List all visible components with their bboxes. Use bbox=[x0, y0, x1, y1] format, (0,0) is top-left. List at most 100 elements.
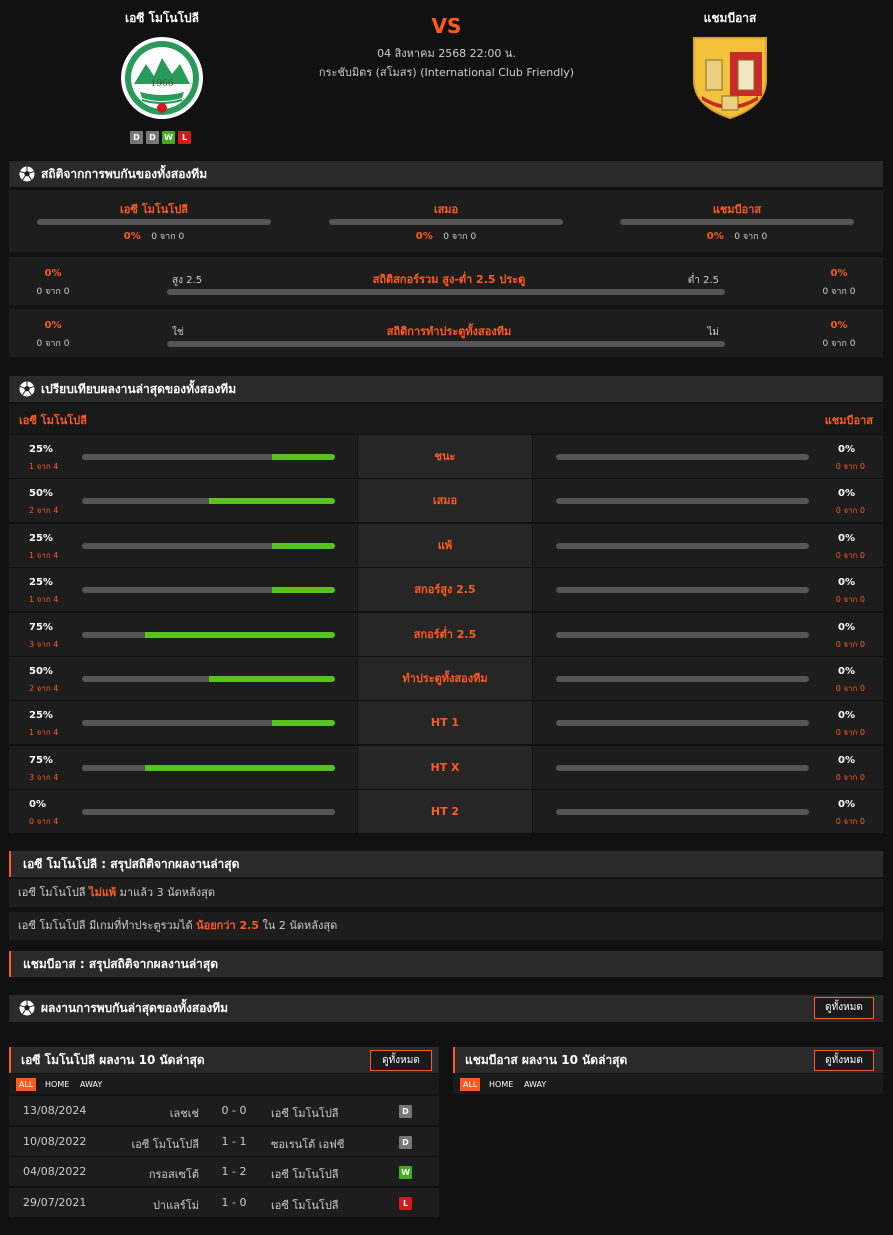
btts-yes-pct: 0% bbox=[44, 320, 62, 331]
away-pct: 0% bbox=[838, 799, 855, 811]
compare-row-label: HT 1 bbox=[358, 701, 532, 745]
result-badge: D bbox=[399, 1135, 412, 1149]
h2h-draw-label: เสมอ bbox=[433, 203, 459, 216]
tab-away[interactable]: AWAY bbox=[77, 1078, 105, 1091]
summary-text: ใน 2 นัดหลังสุด bbox=[262, 919, 338, 932]
btts-no-pct: 0% bbox=[830, 320, 848, 331]
match-away-team[interactable]: เอซี โมโนโปลี bbox=[271, 1165, 339, 1183]
home-summary-line-2: เอซี โมโนโปลี มีเกมที่ทำประตูรวมได้ น้อย… bbox=[9, 912, 883, 940]
away-pct: 0% bbox=[838, 754, 855, 766]
h2h-away-bar bbox=[620, 219, 854, 225]
form-badge: D bbox=[146, 131, 159, 144]
match-row[interactable]: 13/08/2024 เลชเช่ 0 - 0 เอซี โมโนโปลี D bbox=[9, 1096, 439, 1125]
home-sub: 2 จาก 4 bbox=[29, 506, 59, 516]
home-sub: 0 จาก 4 bbox=[29, 817, 59, 827]
compare-away-team: แชมบีอาส bbox=[824, 414, 873, 427]
tab-home[interactable]: HOME bbox=[42, 1078, 72, 1091]
compare-row-label: ทำประตูทั้งสองทีม bbox=[358, 657, 532, 700]
compare-row-label: HT 2 bbox=[358, 790, 532, 834]
compare-home-team: เอซี โมโนโปลี bbox=[19, 414, 87, 427]
over-label: สูง 2.5 bbox=[172, 275, 203, 286]
compare-row-label: แพ้ bbox=[358, 523, 532, 567]
compare-row-away: 0% 0 จาก 0 bbox=[533, 657, 883, 700]
match-score: 0 - 0 bbox=[221, 1104, 247, 1117]
bar-fill bbox=[271, 720, 335, 727]
compare-row-away: 0% 0 จาก 0 bbox=[533, 745, 883, 789]
home-pct: 25% bbox=[29, 577, 53, 589]
tab-all[interactable]: ALL bbox=[16, 1078, 37, 1091]
away-last10-tabs: ALL HOME AWAY bbox=[453, 1074, 883, 1094]
h2h-away-label: แชมบีอาส bbox=[712, 203, 762, 216]
home-bar bbox=[82, 542, 335, 549]
away-bar bbox=[556, 498, 809, 505]
home-summary-line-1: เอซี โมโนโปลี ไม่แพ้ มาแล้ว 3 นัดหลังสุด bbox=[9, 879, 883, 907]
away-team-name[interactable]: แชมบีอาส bbox=[630, 9, 830, 28]
match-home-team[interactable]: กรอสเซโต้ bbox=[149, 1165, 199, 1183]
match-home-team[interactable]: เอซี โมโนโปลี bbox=[131, 1135, 199, 1153]
h2h-draw-pct: 0% bbox=[415, 231, 433, 242]
match-home-team[interactable]: ปาแลร์โม่ bbox=[153, 1196, 199, 1214]
tab-home[interactable]: HOME bbox=[486, 1078, 516, 1091]
compare-row-away: 0% 0 จาก 0 bbox=[533, 523, 883, 567]
away-pct: 0% bbox=[838, 532, 855, 544]
match-away-team[interactable]: ซอเรนโต้ เอฟซี bbox=[271, 1135, 344, 1153]
compare-row-home: 25% 1 จาก 4 bbox=[9, 701, 357, 745]
compare-row: 0% 0 จาก 4 HT 2 0% 0 จาก 0 bbox=[9, 790, 883, 834]
home-pct: 25% bbox=[29, 532, 53, 544]
tab-all[interactable]: ALL bbox=[460, 1078, 481, 1091]
btts-no-sub: 0 จาก 0 bbox=[822, 339, 856, 349]
home-last10-view-all-button[interactable]: ดูทั้งหมด bbox=[370, 1050, 432, 1071]
h2h-home-sub: 0 จาก 0 bbox=[151, 232, 185, 242]
away-pct: 0% bbox=[838, 621, 855, 633]
soccer-ball-icon bbox=[19, 166, 35, 182]
compare-row-away: 0% 0 จาก 0 bbox=[533, 790, 883, 834]
home-form: D D W L bbox=[130, 131, 191, 144]
summary-team: เอซี โมโนโปลี bbox=[18, 886, 86, 899]
h2h-home-stat: 0% 0 จาก 0 bbox=[37, 229, 271, 243]
away-sub: 0 จาก 0 bbox=[835, 550, 865, 560]
home-sub: 1 จาก 4 bbox=[29, 595, 59, 605]
match-date: 04/08/2022 bbox=[23, 1165, 87, 1178]
away-sub: 0 จาก 0 bbox=[835, 684, 865, 693]
away-team-logo[interactable] bbox=[692, 34, 768, 120]
summary-highlight: น้อยกว่า 2.5 bbox=[196, 919, 260, 932]
compare-team-labels: เอซี โมโนโปลี แชมบีอาส bbox=[9, 404, 883, 434]
tab-away[interactable]: AWAY bbox=[521, 1078, 549, 1091]
bar-fill bbox=[145, 631, 335, 638]
away-pct: 0% bbox=[838, 577, 855, 589]
home-bar bbox=[82, 764, 335, 771]
form-badge: L bbox=[178, 131, 191, 144]
away-last10-view-all-button[interactable]: ดูทั้งหมด bbox=[814, 1050, 874, 1071]
home-bar bbox=[82, 631, 335, 638]
match-home-team[interactable]: เลชเช่ bbox=[170, 1104, 199, 1122]
match-row[interactable]: 04/08/2022 กรอสเซโต้ 1 - 2 เอซี โมโนโปลี W bbox=[9, 1157, 439, 1186]
recent-h2h-view-all-button[interactable]: ดูทั้งหมด bbox=[814, 997, 874, 1019]
result-badge: W bbox=[399, 1166, 412, 1179]
h2h-section-header: สถิติจากการพบกันของทั้งสองทีม bbox=[9, 161, 883, 187]
match-away-team[interactable]: เอซี โมโนโปลี bbox=[271, 1196, 339, 1214]
btts-title: สถิติการทำประตูทั้งสองทีม bbox=[386, 325, 512, 338]
home-sub: 1 จาก 4 bbox=[29, 728, 59, 738]
compare-row: 25% 1 จาก 4 HT 1 0% 0 จาก 0 bbox=[9, 701, 883, 745]
home-pct: 25% bbox=[29, 444, 53, 455]
h2h-draw-stat: 0% 0 จาก 0 bbox=[329, 229, 563, 243]
match-date: 13/08/2024 bbox=[23, 1104, 87, 1117]
home-sub: 3 จาก 4 bbox=[29, 772, 59, 782]
compare-row-home: 50% 2 จาก 4 bbox=[9, 479, 357, 523]
home-bar bbox=[82, 454, 335, 460]
match-away-team[interactable]: เอซี โมโนโปลี bbox=[271, 1104, 339, 1122]
match-row[interactable]: 29/07/2021 ปาแลร์โม่ 1 - 0 เอซี โมโนโปลี L bbox=[9, 1187, 439, 1217]
match-score: 1 - 2 bbox=[221, 1165, 247, 1178]
home-sub: 1 จาก 4 bbox=[29, 550, 59, 560]
compare-row-away: 0% 0 จาก 0 bbox=[533, 701, 883, 745]
away-bar bbox=[556, 764, 809, 771]
compare-row-away: 0% 0 จาก 0 bbox=[533, 568, 883, 612]
match-row[interactable]: 10/08/2022 เอซี โมโนโปลี 1 - 1 ซอเรนโต้ เอฟ… bbox=[9, 1126, 439, 1156]
compare-row: 25% 1 จาก 4 สกอร์สูง 2.5 0% 0 จาก 0 bbox=[9, 568, 883, 612]
form-badge: D bbox=[130, 131, 143, 144]
btts-yes-label: ใช่ bbox=[172, 327, 184, 338]
home-last10-tabs: ALL HOME AWAY bbox=[9, 1074, 439, 1094]
compare-row-home: 75% 3 จาก 4 bbox=[9, 612, 357, 656]
compare-row: 50% 2 จาก 4 เสมอ 0% 0 จาก 0 bbox=[9, 479, 883, 523]
bar-fill bbox=[208, 676, 335, 682]
